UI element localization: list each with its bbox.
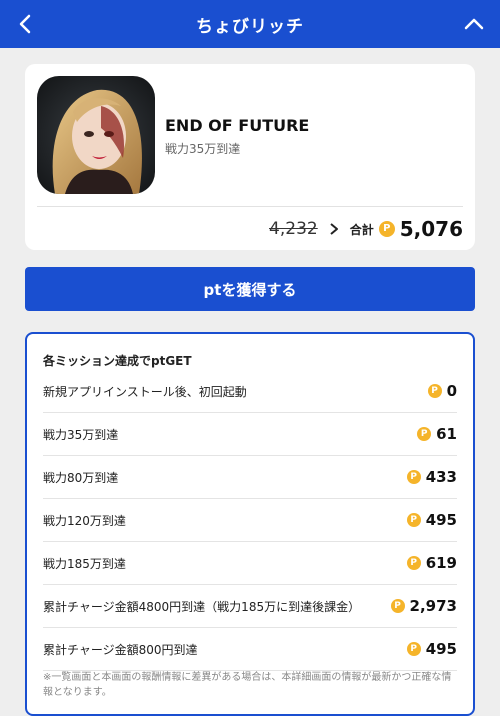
mission-points: 495 xyxy=(425,511,457,529)
point-coin-icon: P xyxy=(427,384,442,398)
mission-label: 戦力80万到達 xyxy=(43,470,119,485)
mission-label: 戦力120万到達 xyxy=(43,513,126,528)
point-coin-icon: P xyxy=(378,221,395,237)
mission-heading: 各ミッション達成でptGET xyxy=(43,354,192,368)
mission-row: 累計チャージ金額4800円到達（戦力185万に到達後課金） P 2,973 xyxy=(43,585,457,628)
point-coin-icon: P xyxy=(406,513,421,527)
mission-label: 累計チャージ金額800円到達 xyxy=(43,642,198,657)
mission-label: 戦力185万到達 xyxy=(43,556,126,571)
mission-list: 新規アプリインストール後、初回起動 P0 戦力35万到達 P 61 戦力80万到達… xyxy=(43,370,457,671)
chevron-right-icon xyxy=(330,223,338,235)
mission-row: 累計チャージ金額800円到達 P 495 xyxy=(43,628,457,671)
mission-list-box: 各ミッション達成でptGET 新規アプリインストール後、初回起動 P0 戦力35… xyxy=(25,332,475,716)
app-name: END OF FUTURE xyxy=(165,116,310,135)
chevron-up-icon[interactable] xyxy=(462,12,486,36)
point-coin-icon: P xyxy=(406,470,421,484)
app-card: END OF FUTURE 戦力35万到達 4,232 合計 P 5,076 xyxy=(25,64,475,250)
mission-label: 新規アプリインストール後、初回起動 xyxy=(43,384,247,399)
mission-label: 累計チャージ金額4800円到達（戦力185万に到達後課金） xyxy=(43,599,361,614)
get-points-button[interactable]: ptを獲得する xyxy=(25,267,475,311)
mission-points: 433 xyxy=(425,468,457,486)
app-subtitle: 戦力35万到達 xyxy=(165,142,241,156)
chevron-left-icon[interactable] xyxy=(14,12,38,36)
mission-points: 2,973 xyxy=(409,597,457,615)
point-coin-icon: P xyxy=(406,556,421,570)
mission-row: 新規アプリインストール後、初回起動 P0 xyxy=(43,370,457,413)
mission-points: 61 xyxy=(436,425,457,443)
mission-points: 619 xyxy=(425,554,457,572)
points-summary: 4,232 合計 P 5,076 xyxy=(269,214,463,244)
divider xyxy=(37,206,463,207)
top-bar: ちょびリッチ xyxy=(0,0,500,48)
old-points: 4,232 xyxy=(269,219,318,239)
mission-points: 0 xyxy=(446,382,457,400)
mission-row: 戦力35万到達 P 61 xyxy=(43,413,457,456)
point-coin-icon: P xyxy=(406,642,421,656)
total-points: 5,076 xyxy=(399,217,463,241)
point-coin-icon: P xyxy=(417,427,432,441)
app-icon xyxy=(37,76,155,194)
mission-row: 戦力120万到達 P 495 xyxy=(43,499,457,542)
disclaimer-note: ※一覧画面と本画面の報酬情報に差異がある場合は、本詳細画面の情報が最新かつ正確な… xyxy=(43,672,452,698)
total-label: 合計 xyxy=(349,222,374,237)
mission-row: 戦力185万到達 P 619 xyxy=(43,542,457,585)
mission-points: 495 xyxy=(425,640,457,658)
page-title: ちょびリッチ xyxy=(196,16,304,37)
mission-label: 戦力35万到達 xyxy=(43,427,119,442)
mission-row: 戦力80万到達 P 433 xyxy=(43,456,457,499)
point-coin-icon: P xyxy=(390,599,405,613)
